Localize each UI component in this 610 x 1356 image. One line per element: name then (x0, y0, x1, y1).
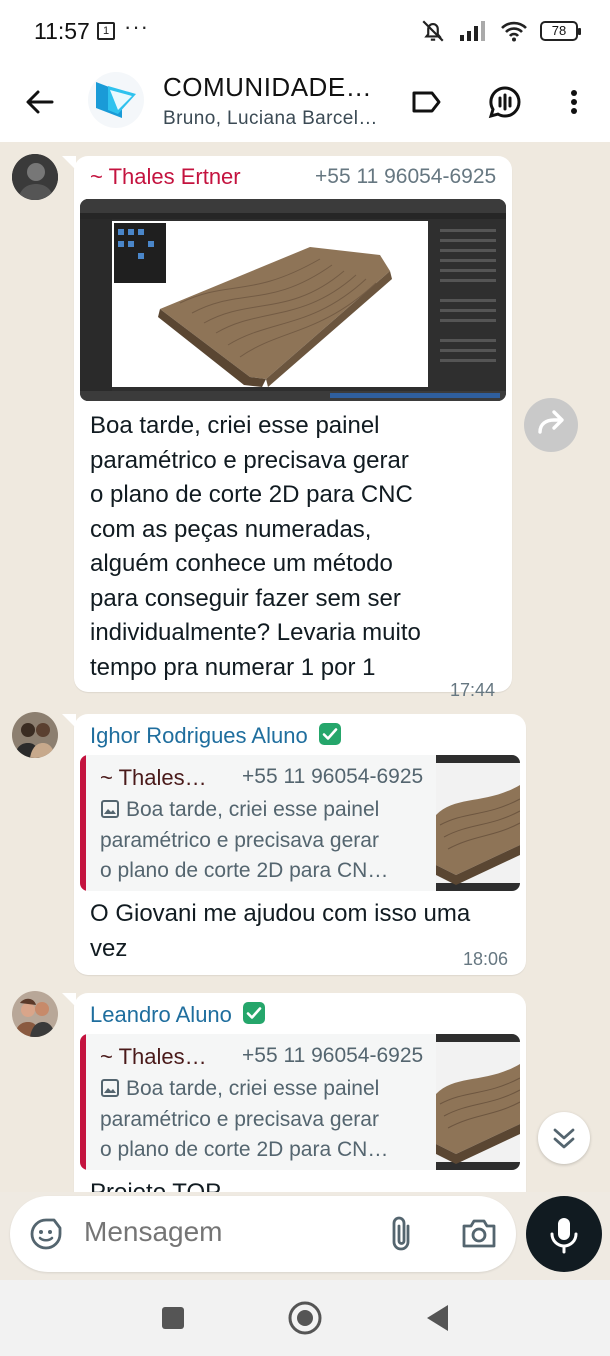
quoted-sender: ~ Thales… (100, 765, 207, 790)
notification-icon: 1 (97, 22, 115, 40)
sender-name[interactable]: ~ Thales Ertner (90, 164, 241, 190)
mic-icon (550, 1218, 578, 1254)
image-icon (101, 800, 119, 818)
message-bubble[interactable]: Ighor Rodrigues Aluno ~ Thales… +55 11 9… (62, 714, 526, 975)
system-navigation-bar (0, 1280, 610, 1356)
sender-phone: +55 11 96054-6925 (315, 165, 497, 188)
forward-icon (538, 410, 564, 434)
verified-check-icon (243, 1002, 266, 1024)
camera-icon[interactable] (460, 1216, 498, 1250)
message-bubble[interactable]: ~ Thales Ertner +55 11 96054-6925 Boa ta… (62, 156, 512, 700)
verified-check-icon (318, 723, 341, 745)
chat-header: COMUNIDADE… Bruno, Luciana Barcel… (0, 62, 610, 142)
sender-name[interactable]: Ighor Rodrigues Aluno (90, 722, 342, 749)
quoted-text: Boa tarde, criei esse painel paramétrico… (100, 1077, 389, 1161)
voice-record-button[interactable] (526, 1196, 602, 1272)
sender-name[interactable]: Leandro Aluno (90, 1001, 266, 1028)
message-bubble[interactable]: Leandro Aluno ~ Thales… +55 11 96054-692… (62, 993, 526, 1192)
signal-icon (460, 21, 485, 41)
group-title[interactable]: COMUNIDADE… (163, 72, 372, 103)
avatar[interactable] (12, 991, 58, 1037)
more-vert-icon[interactable] (556, 84, 592, 120)
quoted-phone: +55 11 96054-6925 (242, 765, 424, 788)
mute-bell-icon (422, 20, 444, 42)
forward-button[interactable] (524, 398, 578, 452)
group-avatar[interactable] (88, 72, 144, 128)
avatar[interactable] (12, 154, 58, 200)
image-attachment[interactable] (80, 199, 506, 401)
message-text: O Giovani me ajudou com isso uma vez (90, 900, 471, 962)
quoted-sender: ~ Thales… (100, 1044, 207, 1069)
message-time: 18:06 (463, 949, 509, 969)
chat-area[interactable]: ~ Thales Ertner +55 11 96054-6925 Boa ta… (0, 142, 610, 1192)
battery-icon: 78 (540, 21, 581, 41)
group-members[interactable]: Bruno, Luciana Barcel… (163, 108, 378, 130)
quoted-thumbnail (436, 755, 520, 891)
scroll-down-button[interactable] (538, 1112, 590, 1164)
home-icon[interactable] (287, 1300, 323, 1336)
sticker-icon[interactable] (28, 1216, 64, 1252)
status-time: 11:57 (34, 18, 90, 44)
image-icon (101, 1079, 119, 1097)
call-icon[interactable] (487, 84, 523, 120)
more-notifications-icon: ··· (124, 14, 149, 39)
recents-icon[interactable] (160, 1305, 186, 1331)
message-text: Boa tarde, criei esse painel paramétrico… (90, 412, 421, 681)
wifi-icon (501, 21, 527, 42)
status-bar: 11:57 1 ··· 78 (0, 0, 610, 62)
message-composer (10, 1196, 516, 1272)
status-icons: 78 (420, 18, 581, 44)
back-nav-icon[interactable] (424, 1303, 450, 1333)
avatar[interactable] (12, 712, 58, 758)
message-text: Projeto TOP (90, 1176, 520, 1192)
quoted-thumbnail (436, 1034, 520, 1170)
attach-icon[interactable] (384, 1214, 418, 1254)
chevrons-down-icon (553, 1128, 575, 1149)
quoted-message[interactable]: ~ Thales… +55 11 96054-6925 Boa tarde, c… (80, 755, 520, 891)
quoted-text: Boa tarde, criei esse painel paramétrico… (100, 798, 389, 882)
quoted-message[interactable]: ~ Thales… +55 11 96054-6925 Boa tarde, c… (80, 1034, 520, 1170)
back-arrow-icon[interactable] (22, 84, 58, 120)
message-time: 17:44 (450, 680, 496, 700)
message-input[interactable] (84, 1216, 364, 1248)
label-icon[interactable] (408, 84, 444, 120)
quoted-phone: +55 11 96054-6925 (242, 1044, 424, 1067)
